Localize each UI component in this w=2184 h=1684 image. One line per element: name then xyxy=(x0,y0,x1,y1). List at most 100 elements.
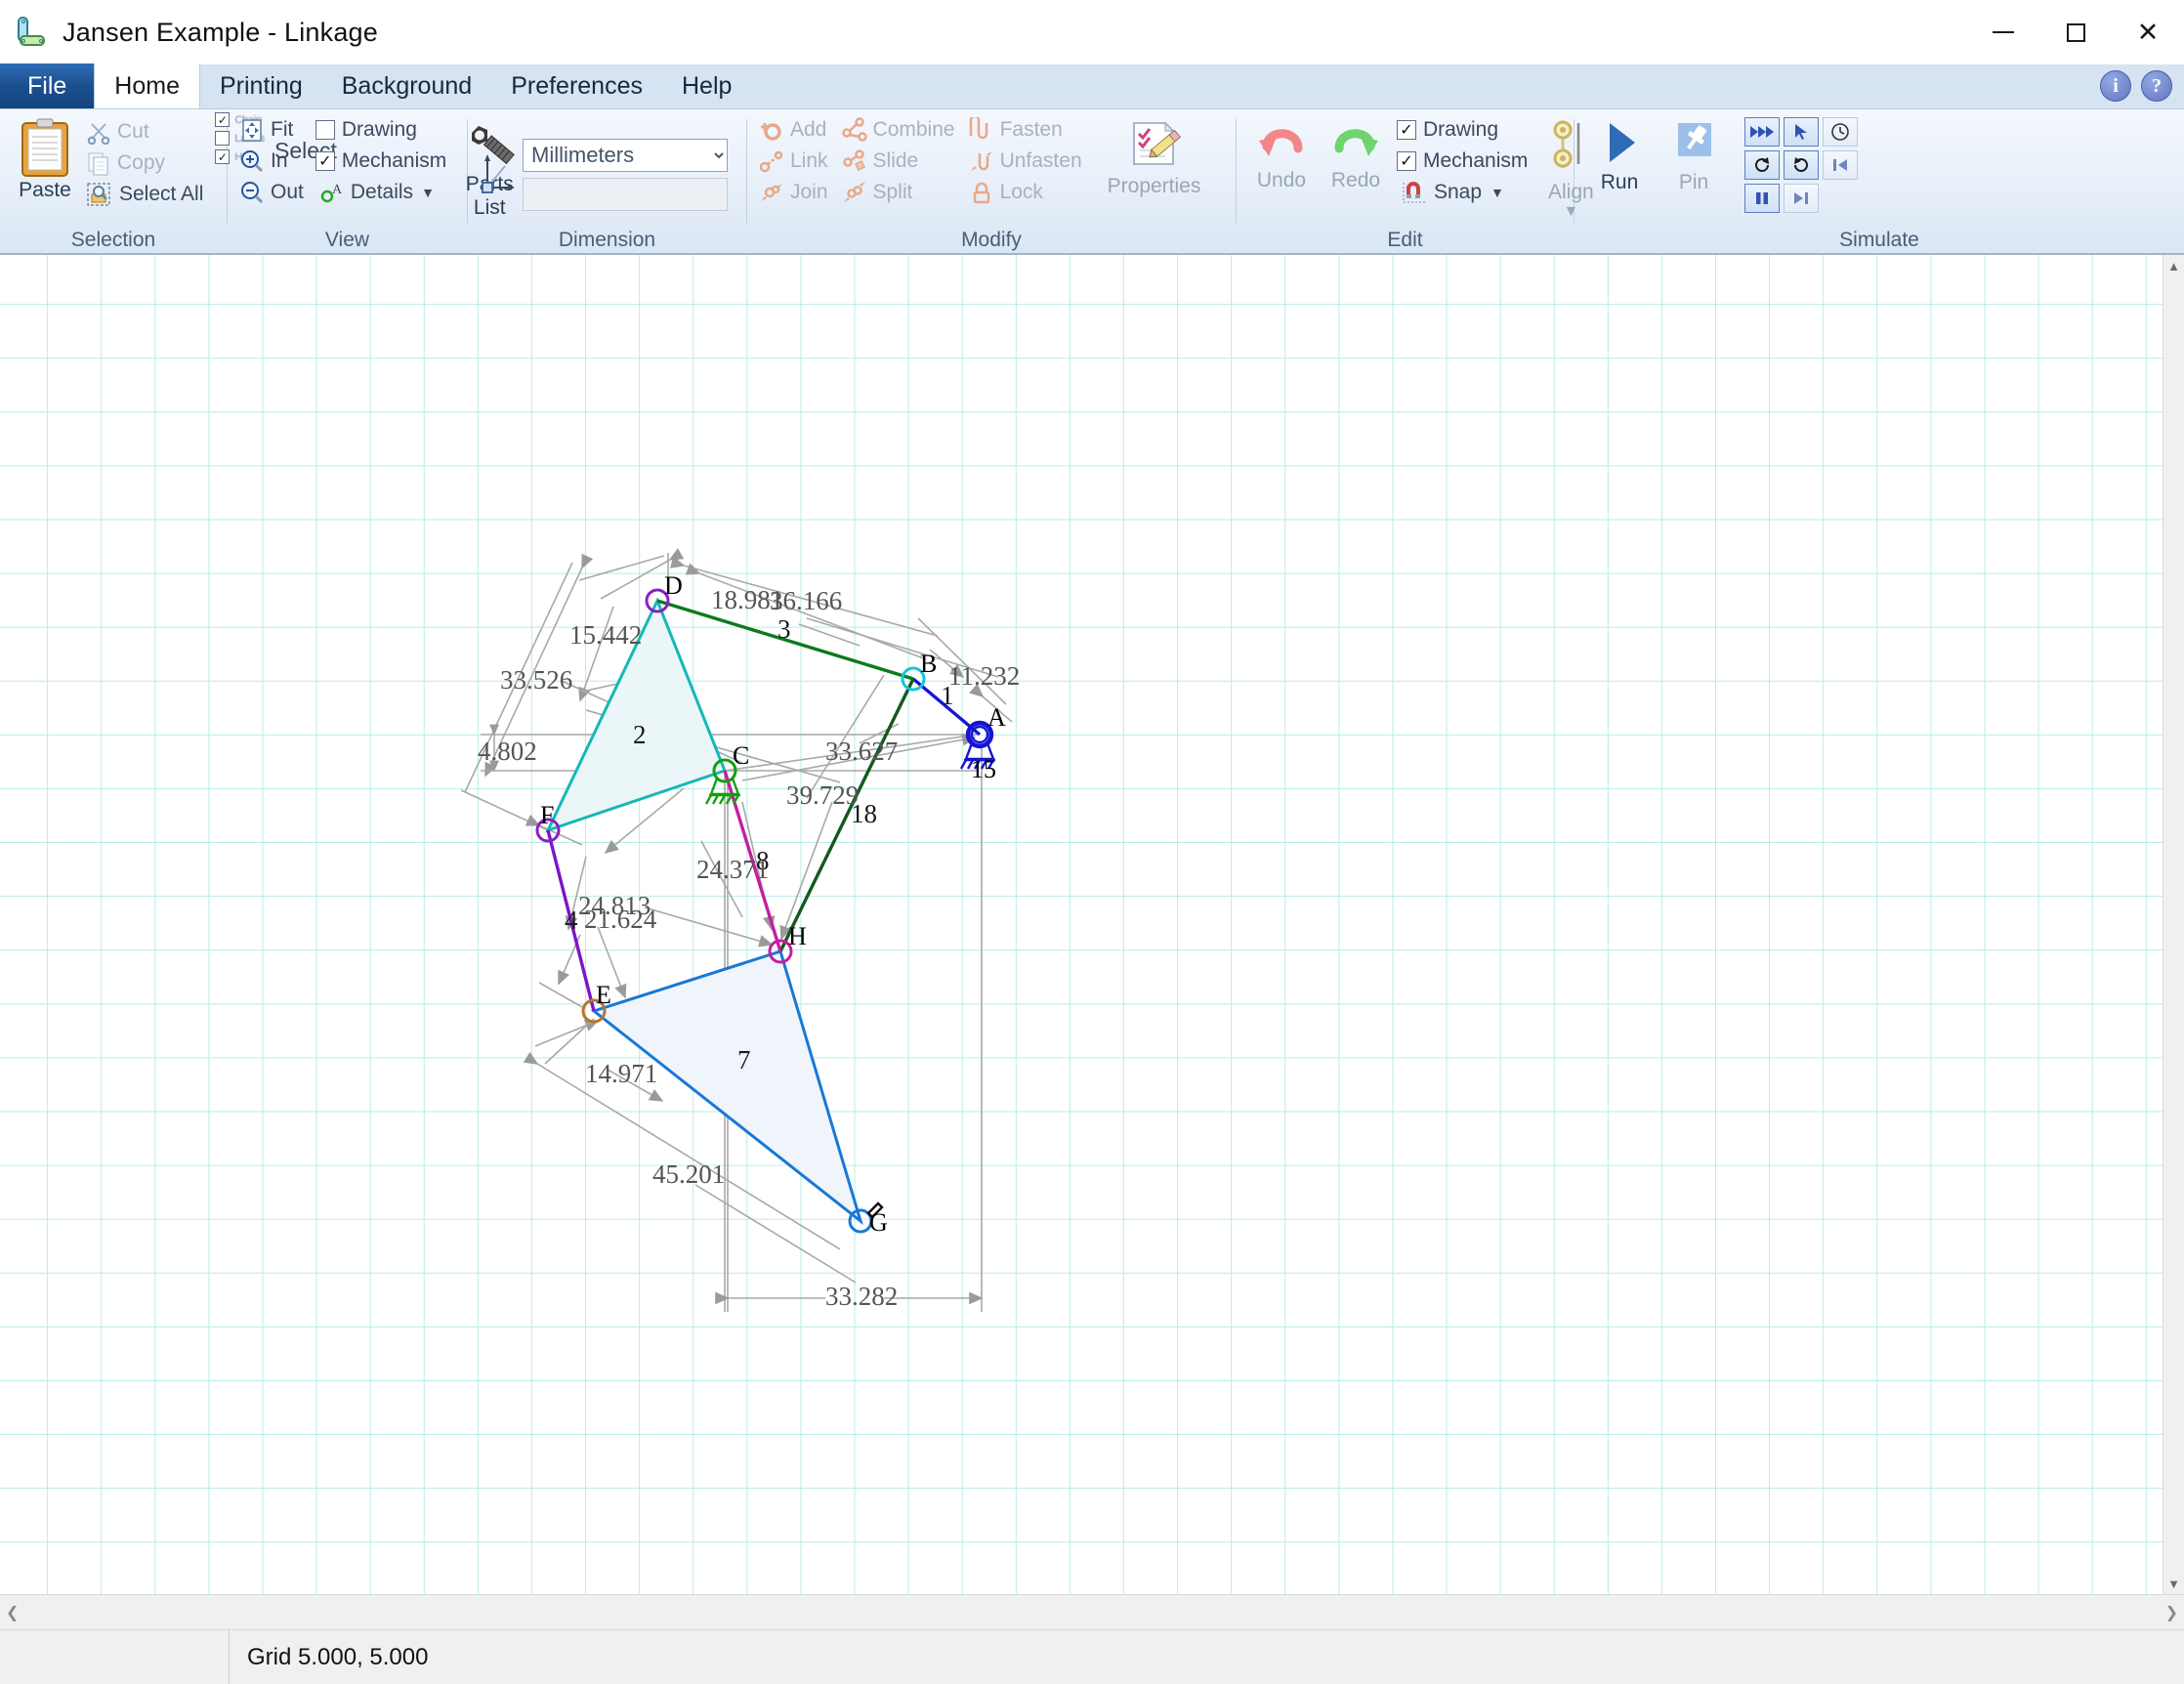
details-button[interactable]: A Details ▼ xyxy=(315,178,446,207)
vertical-scrollbar[interactable]: ▲ ▼ xyxy=(2163,255,2184,1594)
mechanism-drawing[interactable]: D B A C F H E G 15 1 3 2 18 8 4 7 18.981… xyxy=(0,255,2163,1585)
edit-drawing-toggle[interactable]: ✓ Drawing xyxy=(1397,115,1528,145)
minimize-button[interactable] xyxy=(1967,0,2039,64)
dimension-labels: 18.981 36.166 15.442 33.526 11.232 4.802… xyxy=(478,585,1020,1311)
link-label: Link xyxy=(790,149,828,172)
close-button[interactable]: ✕ xyxy=(2112,0,2184,64)
slide-label: Slide xyxy=(872,149,919,172)
unfasten-label: Unfasten xyxy=(999,149,1082,172)
view-mechanism-toggle[interactable]: ✓ Mechanism xyxy=(315,147,446,176)
rotate-ccw-button[interactable] xyxy=(1744,150,1780,180)
dimension-45201: 45.201 xyxy=(652,1159,725,1189)
scroll-down-arrow[interactable]: ▼ xyxy=(2167,1573,2180,1594)
help-button[interactable]: ? xyxy=(2141,70,2172,102)
chevron-down-icon: ▼ xyxy=(421,185,435,200)
check-mark-icon: ✓ xyxy=(1400,153,1413,170)
tab-home[interactable]: Home xyxy=(94,63,200,108)
zoom-out-icon xyxy=(241,182,264,204)
status-cell-empty xyxy=(0,1630,230,1684)
fit-button[interactable]: Fit xyxy=(235,115,308,145)
scroll-up-arrow[interactable]: ▲ xyxy=(2167,255,2180,276)
unfasten-icon xyxy=(970,151,992,171)
view-drawing-label: Drawing xyxy=(341,118,417,141)
link-18-bar[interactable] xyxy=(778,678,915,952)
unfasten-button[interactable]: Unfasten xyxy=(965,147,1086,176)
cut-label: Cut xyxy=(117,120,149,143)
skip-start-button[interactable] xyxy=(1823,150,1858,180)
copy-button[interactable]: Copy xyxy=(82,148,207,178)
units-select[interactable]: Millimeters xyxy=(523,138,728,172)
maximize-button[interactable] xyxy=(2039,0,2112,64)
skip-end-button[interactable] xyxy=(1784,184,1819,213)
snap-label: Snap xyxy=(1434,181,1483,203)
view-drawing-toggle[interactable]: Drawing xyxy=(315,115,446,145)
dimension-39729: 39.729 xyxy=(786,780,859,810)
pause-button[interactable] xyxy=(1744,184,1780,213)
tab-preferences[interactable]: Preferences xyxy=(491,63,662,108)
fast-forward-button[interactable] xyxy=(1744,117,1780,147)
checkbox-edit-mechanism[interactable]: ✓ xyxy=(1397,151,1416,171)
select-all-button[interactable]: Select All xyxy=(82,180,207,209)
run-button[interactable]: Run xyxy=(1582,115,1657,195)
drawing-canvas[interactable]: ▲ ▼ D B A C F H E G 15 1 3 2 18 8 4 7 18… xyxy=(0,255,2184,1594)
join-icon xyxy=(761,184,782,201)
chevron-down-icon: ▼ xyxy=(1491,185,1504,200)
link-button[interactable]: Link xyxy=(755,147,832,176)
fasten-label: Fasten xyxy=(999,118,1063,141)
fit-icon xyxy=(242,119,262,142)
check-mark-icon: ✓ xyxy=(217,149,228,164)
check-mark-icon: ✓ xyxy=(217,112,228,127)
undo-button[interactable]: Undo xyxy=(1244,115,1319,193)
split-button[interactable]: Split xyxy=(838,178,959,207)
clock-button[interactable] xyxy=(1823,117,1858,147)
lock-icon xyxy=(973,182,989,204)
zoom-out-button[interactable]: Out xyxy=(235,178,308,207)
rotate-cw-button[interactable] xyxy=(1784,150,1819,180)
tab-help[interactable]: Help xyxy=(662,63,751,108)
join-button[interactable]: Join xyxy=(755,178,832,207)
lock-button[interactable]: Lock xyxy=(965,178,1086,207)
zoom-out-label: Out xyxy=(271,181,304,203)
tab-printing[interactable]: Printing xyxy=(200,63,322,108)
fasten-button[interactable]: Fasten xyxy=(965,115,1086,145)
pin-button[interactable]: Pin xyxy=(1657,115,1731,195)
add-node-icon xyxy=(761,123,781,141)
checkbox-drawing[interactable] xyxy=(315,120,335,140)
redo-button[interactable]: Redo xyxy=(1319,115,1393,193)
tab-file[interactable]: File xyxy=(0,63,95,108)
scroll-left-arrow[interactable]: ❮ xyxy=(6,1603,19,1622)
combine-button[interactable]: Combine xyxy=(838,115,959,145)
clock-icon xyxy=(1831,123,1849,141)
view-mechanism-label: Mechanism xyxy=(341,149,447,172)
scroll-right-arrow[interactable]: ❯ xyxy=(2165,1603,2178,1622)
run-label: Run xyxy=(1600,171,1639,193)
ribbon-group-dimension: Millimeters Dimension xyxy=(468,109,746,253)
horizontal-scrollbar[interactable]: ❮ ❯ xyxy=(0,1594,2184,1629)
slide-button[interactable]: Slide xyxy=(838,147,959,176)
add-button[interactable]: Add xyxy=(755,115,832,145)
checkbox-mechanism[interactable]: ✓ xyxy=(315,151,335,171)
cursor-icon xyxy=(1795,124,1807,140)
ribbon-tab-strip: File Home Printing Background Preference… xyxy=(0,63,2184,109)
group-title-dimension: Dimension xyxy=(558,229,656,251)
edit-mechanism-toggle[interactable]: ✓ Mechanism xyxy=(1397,147,1528,176)
checkbox-edit-drawing[interactable]: ✓ xyxy=(1397,120,1416,140)
skip-end-icon xyxy=(1794,192,1808,204)
snap-button[interactable]: Snap ▼ xyxy=(1397,178,1528,207)
tab-background[interactable]: Background xyxy=(322,63,491,108)
edit-drawing-label: Drawing xyxy=(1423,118,1499,141)
paste-button[interactable]: Paste xyxy=(8,115,82,203)
pin-icon xyxy=(1678,123,1711,156)
cut-button[interactable]: Cut xyxy=(82,117,207,147)
paperclip-icon xyxy=(969,117,987,140)
link-label-4: 4 xyxy=(565,905,578,935)
ribbon-group-edit: Undo Redo ✓ Drawing ✓ Mechanism Snap ▼ A… xyxy=(1237,109,1594,253)
copy-label: Copy xyxy=(117,151,166,174)
properties-button[interactable]: Properties xyxy=(1102,115,1207,199)
cursor-select-button[interactable] xyxy=(1784,117,1819,147)
dimension-value-input[interactable] xyxy=(523,177,728,211)
play-icon xyxy=(1610,123,1635,162)
dimension-4802: 4.802 xyxy=(478,737,537,766)
info-button[interactable]: i xyxy=(2100,70,2131,102)
zoom-in-button[interactable]: In xyxy=(235,147,308,176)
